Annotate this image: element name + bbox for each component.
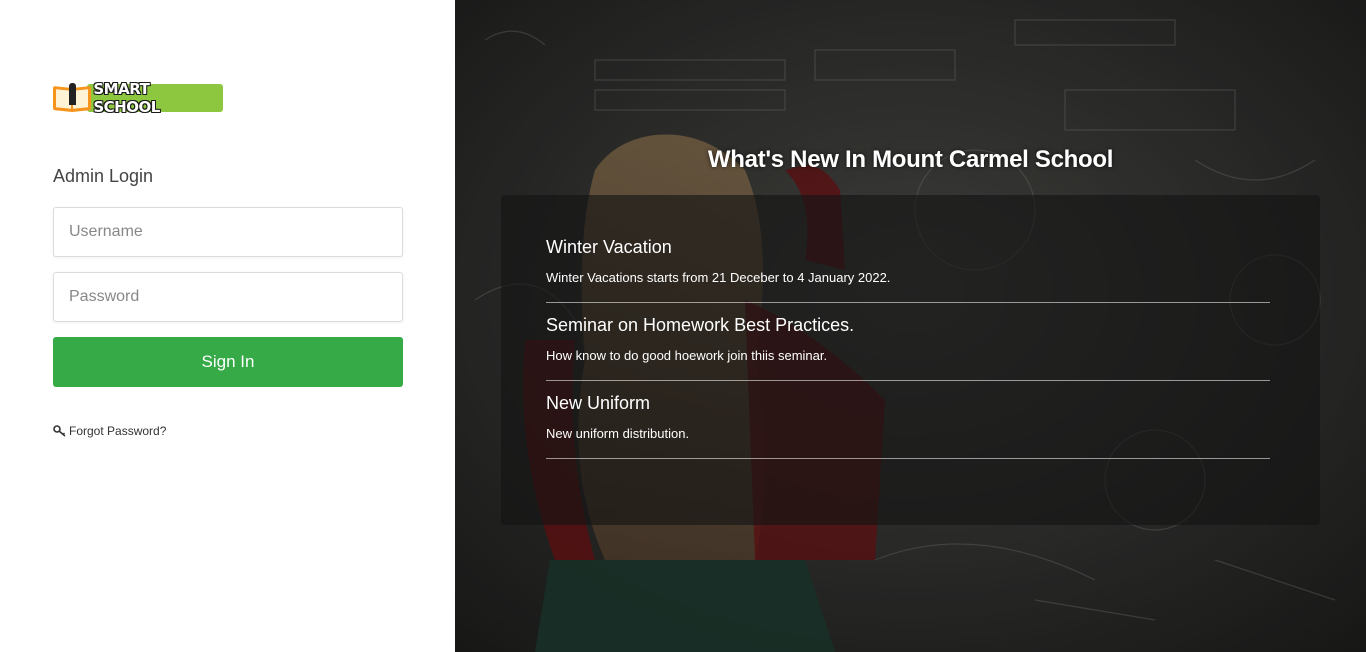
book-pen-icon — [53, 83, 91, 113]
news-item-description: New uniform distribution. — [546, 426, 690, 441]
login-title: Admin Login — [53, 166, 154, 186]
news-item-title[interactable]: Winter Vacation — [546, 237, 1270, 258]
news-panel: What's New In Mount Carmel School Winter… — [455, 0, 1366, 652]
password-input[interactable] — [53, 272, 403, 322]
news-item: New Uniform New uniform distribution. — [546, 381, 1270, 459]
news-heading: What's New In Mount Carmel School — [707, 146, 1114, 173]
username-input[interactable] — [53, 207, 403, 257]
news-item: Seminar on Homework Best Practices. How … — [546, 303, 1270, 381]
news-item-description: Winter Vacations starts from 21 Deceber … — [546, 270, 891, 285]
news-item-title[interactable]: New Uniform — [546, 393, 1270, 414]
sign-in-button[interactable]: Sign In — [53, 337, 403, 387]
forgot-password-link[interactable]: Forgot Password? — [53, 424, 166, 438]
logo-text: SMART SCHOOL — [87, 80, 223, 116]
login-panel: SMART SCHOOL Admin Login Sign In Forgot … — [0, 0, 455, 652]
school-logo[interactable]: SMART SCHOOL — [53, 80, 223, 116]
news-item-title[interactable]: Seminar on Homework Best Practices. — [546, 315, 1270, 336]
news-item-description: How know to do good hoework join thiis s… — [546, 348, 828, 363]
key-icon — [53, 425, 66, 437]
news-item: Winter Vacation Winter Vacations starts … — [546, 223, 1270, 303]
forgot-password-label: Forgot Password? — [69, 424, 167, 438]
news-list: Winter Vacation Winter Vacations starts … — [501, 195, 1320, 525]
